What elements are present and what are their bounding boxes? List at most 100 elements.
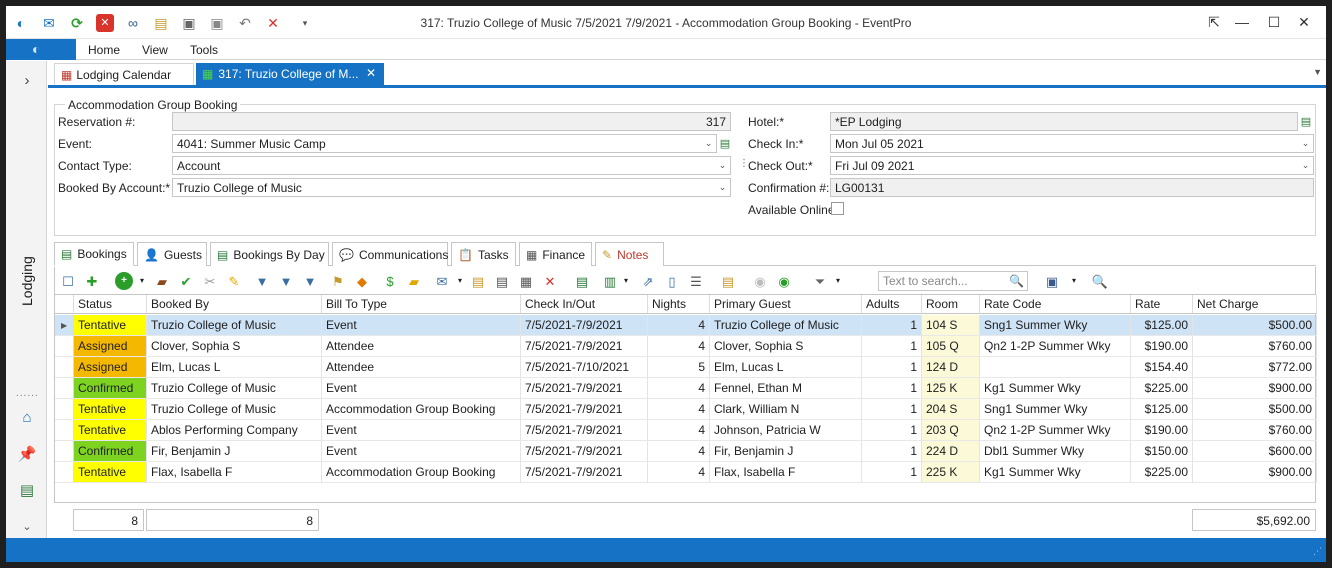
row-indicator[interactable]	[55, 357, 74, 378]
ribbon-tab-view[interactable]: View	[142, 43, 168, 57]
find-icon[interactable]: 🔍	[1091, 272, 1109, 290]
column-header-nights[interactable]: Nights	[648, 295, 710, 314]
table-row[interactable]: Confirmed Fir, Benjamin J Event 7/5/2021-7/…	[55, 441, 1317, 462]
chevron-down-icon[interactable]: ⌄	[715, 179, 730, 196]
file-menu-button[interactable]: ◐	[6, 39, 76, 60]
down-icon[interactable]: ◉	[775, 272, 793, 290]
ribbon-tab-home[interactable]: Home	[88, 43, 120, 57]
chevron-down-icon[interactable]: ▾	[451, 272, 469, 290]
chevron-down-icon[interactable]: ⌄	[1298, 135, 1313, 152]
new-icon[interactable]: ☐	[59, 272, 77, 290]
chevron-down-icon[interactable]: ▾	[133, 272, 151, 290]
search-icon[interactable]: 🔍	[1009, 274, 1024, 288]
tab-communications[interactable]: 💬 Communications	[332, 242, 448, 266]
chevron-down-icon[interactable]: ▾	[829, 272, 847, 290]
edit-icon[interactable]: ✎	[225, 272, 243, 290]
check-icon[interactable]: ✔	[177, 272, 195, 290]
tab-guests[interactable]: 👤 Guests	[137, 242, 207, 266]
event-select[interactable]: 4041: Summer Music Camp ⌄	[172, 134, 717, 153]
email-icon[interactable]: ✉	[433, 272, 451, 290]
column-header-primary-guest[interactable]: Primary Guest	[710, 295, 862, 314]
up-icon[interactable]: ◉	[751, 272, 769, 290]
row-indicator[interactable]: ▶	[55, 315, 74, 336]
unassign-icon[interactable]: ▼	[277, 272, 295, 290]
row-indicator[interactable]	[55, 441, 74, 462]
clipboard-icon[interactable]: ▤	[469, 272, 487, 290]
column-header-rate-code[interactable]: Rate Code	[980, 295, 1131, 314]
tab-tasks[interactable]: 📋 Tasks	[451, 242, 516, 266]
row-indicator[interactable]	[55, 420, 74, 441]
chevron-down-icon[interactable]: ▾	[617, 272, 635, 290]
column-header-rate[interactable]: Rate	[1131, 295, 1193, 314]
tab-finance[interactable]: ▦ Finance	[519, 242, 592, 266]
search-input[interactable]: Text to search... 🔍	[878, 271, 1028, 291]
delete-icon[interactable]: ✕	[541, 272, 559, 290]
calculator-icon[interactable]: ▦	[517, 272, 535, 290]
tab-list-dropdown-icon[interactable]: ▼	[1313, 67, 1322, 77]
column-header-net-charge[interactable]: Net Charge	[1193, 295, 1317, 314]
tab-group-booking[interactable]: ▦ 317: Truzio College of M... ✕	[196, 63, 384, 85]
restore-ribbon-icon[interactable]: ⇱	[1199, 11, 1229, 33]
table-row[interactable]: ▶ Tentative Truzio College of Music Event 7/…	[55, 315, 1317, 336]
row-indicator[interactable]	[55, 462, 74, 483]
column-header-status[interactable]: Status	[74, 295, 147, 314]
column-header-check-in-out[interactable]: Check In/Out	[521, 295, 648, 314]
money-icon[interactable]: $	[381, 272, 399, 290]
resize-grip-icon[interactable]: ⋰	[1313, 546, 1322, 557]
table-row[interactable]: Assigned Clover, Sophia S Attendee 7/5/2021…	[55, 336, 1317, 357]
chevron-down-icon[interactable]: ⌄	[1298, 157, 1313, 174]
checklist-icon[interactable]: ▤	[493, 272, 511, 290]
expand-sidebar-icon[interactable]: ›	[16, 69, 38, 91]
label-icon[interactable]: ◆	[353, 272, 371, 290]
module-icon[interactable]: ▤	[16, 479, 38, 501]
booked-by-select[interactable]: Truzio College of Music ⌄	[172, 178, 731, 197]
tag-icon[interactable]: ⚑	[329, 272, 347, 290]
column-header-bill-to-type[interactable]: Bill To Type	[322, 295, 521, 314]
check-out-field[interactable]: Fri Jul 09 2021 ⌄	[830, 156, 1314, 175]
maximize-button[interactable]: ☐	[1259, 11, 1289, 33]
move-icon[interactable]: ⇗	[639, 272, 657, 290]
table-row[interactable]: Tentative Flax, Isabella F Accommodation G…	[55, 462, 1317, 483]
chevron-down-icon[interactable]: ⌄	[701, 135, 716, 152]
minimize-button[interactable]: —	[1227, 11, 1257, 33]
pin-icon[interactable]: 📌	[16, 443, 38, 465]
event-lookup-icon[interactable]: ▤	[717, 135, 733, 151]
column-header-adults[interactable]: Adults	[862, 295, 922, 314]
tools-icon[interactable]: ✂	[201, 272, 219, 290]
open-icon[interactable]: ▰	[153, 272, 171, 290]
splitter-grip-icon[interactable]: ......	[16, 388, 39, 399]
chevron-down-icon[interactable]: ▾	[1065, 272, 1083, 290]
swap-icon[interactable]: ▼	[301, 272, 319, 290]
tab-bookings[interactable]: ▤ Bookings	[54, 242, 134, 266]
column-header-booked-by[interactable]: Booked By	[147, 295, 322, 314]
row-indicator[interactable]	[55, 336, 74, 357]
hotel-lookup-icon[interactable]: ▤	[1298, 113, 1314, 129]
save-layout-icon[interactable]: ▣	[1043, 272, 1061, 290]
filter-icon[interactable]: ⏷	[811, 272, 829, 290]
tab-notes[interactable]: ✎ Notes	[595, 242, 664, 266]
tab-bookings-by-day[interactable]: ▤ Bookings By Day	[210, 242, 329, 266]
add-icon[interactable]: +	[115, 272, 133, 290]
table-row[interactable]: Tentative Truzio College of Music Accommod…	[55, 399, 1317, 420]
row-indicator[interactable]	[55, 378, 74, 399]
contact-type-select[interactable]: Account ⌄	[172, 156, 731, 175]
close-button[interactable]: ✕	[1289, 11, 1319, 33]
check-in-field[interactable]: Mon Jul 05 2021 ⌄	[830, 134, 1314, 153]
list-icon[interactable]: ☰	[687, 272, 705, 290]
table-row[interactable]: Tentative Ablos Performing Company Event 7/…	[55, 420, 1317, 441]
available-online-checkbox[interactable]	[831, 202, 844, 215]
chevron-down-icon[interactable]: ⌄	[715, 157, 730, 174]
ribbon-tab-tools[interactable]: Tools	[190, 43, 218, 57]
document-icon[interactable]: ▯	[663, 272, 681, 290]
export-icon[interactable]: ▤	[573, 272, 591, 290]
collapse-down-icon[interactable]: ⌄	[16, 515, 38, 537]
add-multiple-icon[interactable]: ✚	[83, 272, 101, 290]
report-icon[interactable]: ▤	[719, 272, 737, 290]
assign-icon[interactable]: ▼	[253, 272, 271, 290]
table-row[interactable]: Assigned Elm, Lucas L Attendee 7/5/2021-7/1…	[55, 357, 1317, 378]
folder-icon[interactable]: ▰	[405, 272, 423, 290]
close-tab-icon[interactable]: ✕	[366, 66, 376, 80]
tab-lodging-calendar[interactable]: ▦ Lodging Calendar	[54, 63, 194, 85]
row-indicator[interactable]	[55, 399, 74, 420]
table-row[interactable]: Confirmed Truzio College of Music Event 7/5…	[55, 378, 1317, 399]
